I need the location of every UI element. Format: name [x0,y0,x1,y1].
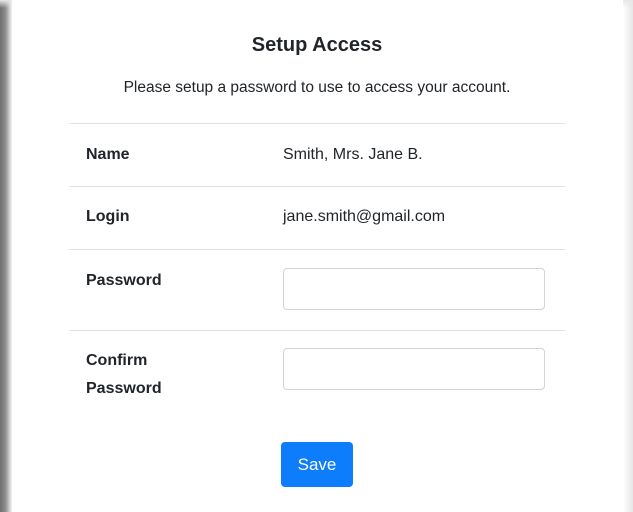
login-label: Login [86,208,130,225]
divider [69,186,565,187]
confirm-password-label-line1: Confirm [86,352,148,369]
name-value: Smith, Mrs. Jane B. [283,146,423,163]
setup-access-card: Setup Access Please setup a password to … [12,0,623,512]
password-label: Password [86,272,162,289]
confirm-password-label-line2: Password [86,380,162,397]
right-shadow [623,0,633,512]
divider [69,123,565,124]
password-input[interactable] [283,268,545,310]
divider [69,330,565,331]
window-edge [0,0,12,512]
page-subtitle: Please setup a password to use to access… [123,79,511,96]
confirm-password-input[interactable] [283,348,545,390]
save-button[interactable]: Save [281,442,353,487]
divider [69,249,565,250]
setup-access-screen: Setup Access Please setup a password to … [0,0,633,512]
confirm-password-label: Confirm Password [86,347,162,403]
page-title: Setup Access [251,34,383,56]
name-label: Name [86,146,130,163]
login-value: jane.smith@gmail.com [283,208,446,225]
